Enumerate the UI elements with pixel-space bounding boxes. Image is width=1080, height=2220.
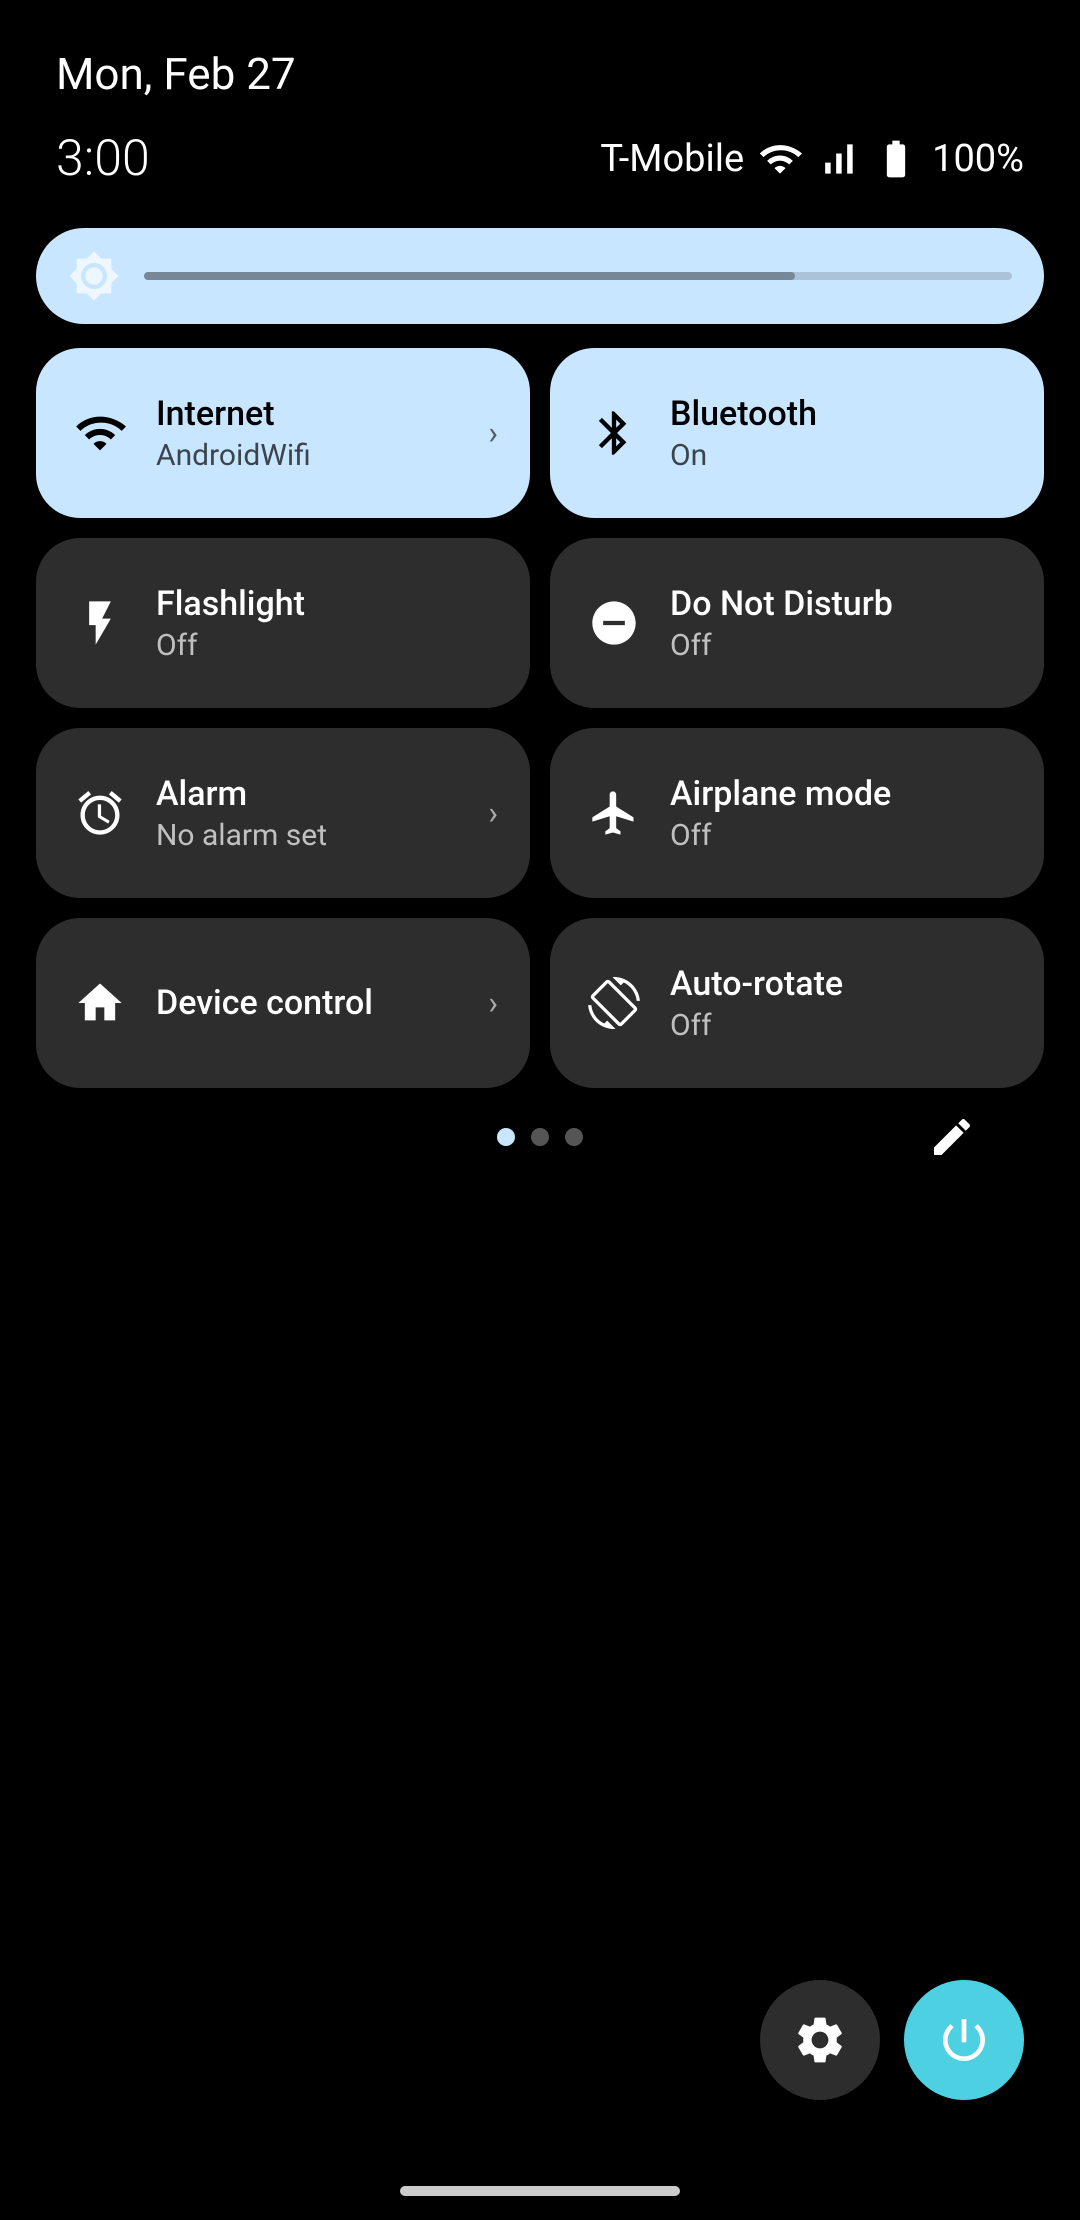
time-display: 3:00 <box>56 130 150 188</box>
power-button[interactable] <box>904 1980 1024 2100</box>
internet-tile-text: Internet AndroidWifi <box>156 394 311 473</box>
carrier-info: T-Mobile 100% <box>600 137 1024 181</box>
tile-device-control[interactable]: Device control › <box>36 918 530 1088</box>
alarm-arrow-icon: › <box>488 794 498 832</box>
bluetooth-sublabel: On <box>670 438 817 473</box>
flashlight-icon <box>72 595 128 651</box>
tile-grid: Internet AndroidWifi › Bluetooth On <box>36 348 1044 1088</box>
device-control-tile-text: Device control <box>156 983 373 1023</box>
flashlight-sublabel: Off <box>156 628 305 663</box>
page-indicators <box>36 1128 1044 1146</box>
alarm-sublabel: No alarm set <box>156 818 327 853</box>
carrier-name: T-Mobile <box>600 137 744 181</box>
auto-rotate-label: Auto-rotate <box>670 964 843 1004</box>
edit-quick-settings-button[interactable] <box>916 1101 988 1173</box>
wifi-icon <box>72 405 128 461</box>
alarm-label: Alarm <box>156 774 327 814</box>
page-dot-2[interactable] <box>531 1128 549 1146</box>
airplane-sublabel: Off <box>670 818 891 853</box>
dnd-label: Do Not Disturb <box>670 584 893 624</box>
tile-bluetooth[interactable]: Bluetooth On <box>550 348 1044 518</box>
auto-rotate-sublabel: Off <box>670 1008 843 1043</box>
rotate-icon <box>586 975 642 1031</box>
settings-button[interactable] <box>760 1980 880 2100</box>
page-dot-3[interactable] <box>565 1128 583 1146</box>
tile-auto-rotate[interactable]: Auto-rotate Off <box>550 918 1044 1088</box>
tile-flashlight[interactable]: Flashlight Off <box>36 538 530 708</box>
tile-dnd[interactable]: Do Not Disturb Off <box>550 538 1044 708</box>
airplane-label: Airplane mode <box>670 774 891 814</box>
airplane-icon <box>586 785 642 841</box>
page-dot-1[interactable] <box>497 1128 515 1146</box>
brightness-slider-row[interactable] <box>36 228 1044 324</box>
internet-arrow-icon: › <box>488 414 498 452</box>
flashlight-tile-text: Flashlight Off <box>156 584 305 663</box>
bluetooth-label: Bluetooth <box>670 394 817 434</box>
quick-settings-panel: Internet AndroidWifi › Bluetooth On <box>0 228 1080 1146</box>
airplane-tile-text: Airplane mode Off <box>670 774 891 853</box>
alarm-icon <box>72 785 128 841</box>
brightness-icon <box>68 250 120 302</box>
battery-percent: 100% <box>932 137 1024 181</box>
dnd-sublabel: Off <box>670 628 893 663</box>
status-bar: Mon, Feb 27 <box>0 0 1080 120</box>
signal-icon <box>816 137 860 181</box>
alarm-tile-text: Alarm No alarm set <box>156 774 327 853</box>
internet-label: Internet <box>156 394 311 434</box>
brightness-fill <box>144 272 795 280</box>
tile-alarm[interactable]: Alarm No alarm set › <box>36 728 530 898</box>
home-icon <box>72 975 128 1031</box>
tile-airplane[interactable]: Airplane mode Off <box>550 728 1044 898</box>
dnd-icon <box>586 595 642 651</box>
bluetooth-icon <box>586 405 642 461</box>
device-control-arrow-icon: › <box>488 984 498 1022</box>
time-row: 3:00 T-Mobile 100% <box>0 120 1080 228</box>
brightness-track[interactable] <box>144 272 1012 280</box>
bluetooth-tile-text: Bluetooth On <box>670 394 817 473</box>
internet-sublabel: AndroidWifi <box>156 438 311 473</box>
status-date: Mon, Feb 27 <box>56 48 296 100</box>
battery-icon <box>874 137 918 181</box>
wifi-status-icon <box>758 137 802 181</box>
dnd-tile-text: Do Not Disturb Off <box>670 584 893 663</box>
bottom-action-buttons <box>760 1980 1024 2100</box>
auto-rotate-tile-text: Auto-rotate Off <box>670 964 843 1043</box>
home-indicator <box>400 2186 680 2196</box>
device-control-label: Device control <box>156 983 373 1023</box>
flashlight-label: Flashlight <box>156 584 305 624</box>
tile-internet[interactable]: Internet AndroidWifi › <box>36 348 530 518</box>
